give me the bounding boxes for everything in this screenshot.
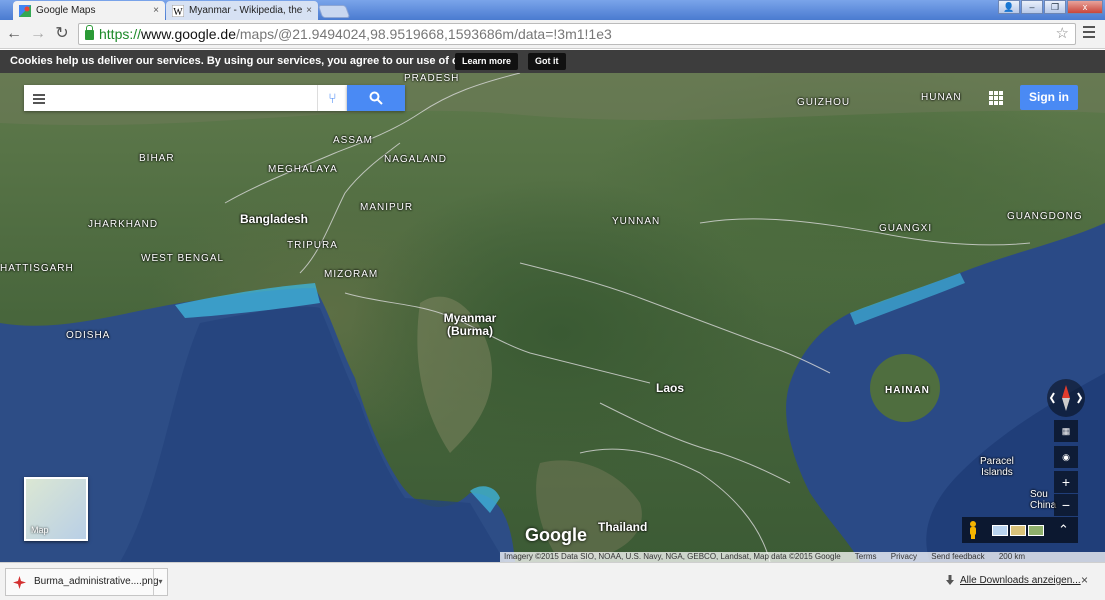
got-it-button[interactable]: Got it xyxy=(528,53,566,70)
layers-bar: ⌃ xyxy=(962,517,1078,543)
paracel-line2: Islands xyxy=(981,467,1013,478)
satellite-terrain xyxy=(0,73,1105,562)
map-label-guizhou: GUIZHOU xyxy=(797,97,851,108)
map-label-myanmar: Myanmar (Burma) xyxy=(440,312,500,338)
google-maps-favicon-icon xyxy=(19,4,31,17)
map-label-laos: Laos xyxy=(656,381,685,395)
map-label-meghalaya: MEGHALAYA xyxy=(268,164,338,175)
directions-icon[interactable]: ⑂ xyxy=(317,85,347,111)
browser-toolbar: ← → ↻ https://www.google.de/maps/@21.949… xyxy=(0,20,1105,49)
close-tab-icon[interactable]: × xyxy=(306,5,312,16)
window-close-icon[interactable]: x xyxy=(1067,0,1103,14)
map-label-odisha: ODISHA xyxy=(66,330,111,341)
download-item[interactable]: Burma_administrative....png ▾ xyxy=(5,568,168,596)
collapse-icon[interactable]: ⌃ xyxy=(1058,521,1069,539)
layer-thumb-terrain-icon[interactable] xyxy=(1010,525,1026,536)
url-host: www.google.de xyxy=(141,26,236,42)
map-footer: Imagery ©2015 Data SIO, NOAA, U.S. Navy,… xyxy=(500,552,1105,562)
map-label-guangdong: GUANGDONG xyxy=(1007,211,1083,222)
close-shelf-icon[interactable]: × xyxy=(1081,573,1088,587)
reload-icon[interactable]: ↻ xyxy=(53,25,71,43)
download-dropdown-icon[interactable]: ▾ xyxy=(153,569,167,595)
paracel-line1: Paracel xyxy=(980,456,1014,467)
map-label-paracel: Paracel Islands xyxy=(980,456,1014,478)
cookie-message: Cookies help us deliver our services. By… xyxy=(10,55,497,67)
show-all-downloads-link[interactable]: Alle Downloads anzeigen... xyxy=(960,575,1081,586)
user-icon[interactable]: 👤 xyxy=(998,0,1020,14)
layer-thumb-satellite-icon[interactable] xyxy=(1028,525,1044,536)
pegman-icon[interactable] xyxy=(968,521,978,539)
tab-strip: Google Maps × W Myanmar - Wikipedia, the… xyxy=(0,0,1105,20)
send-feedback-link[interactable]: Send feedback xyxy=(931,552,984,561)
map-label-hunan: HUNAN xyxy=(921,92,962,103)
tilt-icon[interactable]: ▦ xyxy=(1054,420,1078,442)
zoom-in-button[interactable]: + xyxy=(1054,471,1078,493)
browser-menu-icon[interactable] xyxy=(1083,26,1095,38)
minimap-label: Map xyxy=(31,525,49,535)
layer-thumb-water-icon[interactable] xyxy=(992,525,1008,536)
map-label-bihar: BIHAR xyxy=(139,153,175,164)
myanmar-line2: (Burma) xyxy=(446,324,493,338)
new-tab-button[interactable] xyxy=(317,5,351,18)
url-scheme: https:// xyxy=(99,26,142,42)
map-type-toggle[interactable]: Map xyxy=(24,477,88,541)
tab-title: Myanmar - Wikipedia, the fr xyxy=(189,5,303,16)
restore-icon[interactable]: ❐ xyxy=(1044,0,1066,14)
browser-window: Google Maps × W Myanmar - Wikipedia, the… xyxy=(0,0,1105,600)
search-button[interactable] xyxy=(347,85,405,111)
menu-icon[interactable] xyxy=(33,94,45,106)
download-filename: Burma_administrative....png xyxy=(34,576,159,587)
search-icon xyxy=(369,91,383,105)
compass-icon xyxy=(1049,385,1083,411)
terms-link[interactable]: Terms xyxy=(855,552,877,561)
imagery-credit: Imagery ©2015 Data SIO, NOAA, U.S. Navy,… xyxy=(504,552,841,561)
map-label-mizoram: MIZORAM xyxy=(324,269,379,280)
map-label-chhattisgarh: HATTISGARH xyxy=(0,263,74,274)
map-label-guangxi: GUANGXI xyxy=(879,223,933,234)
learn-more-button[interactable]: Learn more xyxy=(455,53,519,70)
map-label-tripura: TRIPURA xyxy=(287,240,338,251)
map-label-thailand: Thailand xyxy=(598,520,648,534)
svg-text:W: W xyxy=(173,7,183,17)
map-label-manipur: MANIPUR xyxy=(360,202,414,213)
search-box: ⑂ xyxy=(24,85,347,111)
download-shelf: Burma_administrative....png ▾ Alle Downl… xyxy=(0,562,1105,600)
close-tab-icon[interactable]: × xyxy=(153,5,159,16)
forward-arrow-icon[interactable]: → xyxy=(29,25,47,43)
url-path: /maps/@21.9494024,98.9519668,1593686m/da… xyxy=(235,26,612,42)
search-input[interactable] xyxy=(54,88,314,108)
image-file-icon xyxy=(13,576,26,589)
apps-grid-icon[interactable] xyxy=(989,91,1003,105)
map-canvas[interactable]: PRADESH ASSAM BIHAR MEGHALAYA NAGALAND M… xyxy=(0,73,1105,562)
tab-google-maps[interactable]: Google Maps × xyxy=(13,1,165,20)
address-bar[interactable]: https://www.google.de/maps/@21.9494024,9… xyxy=(78,23,1076,45)
cookie-bar: Cookies help us deliver our services. By… xyxy=(0,50,1105,73)
map-label-bangladesh: Bangladesh xyxy=(240,212,309,226)
map-label-assam: ASSAM xyxy=(333,135,374,146)
map-label-jharkhand: JHARKHAND xyxy=(88,219,159,230)
map-label-nagaland: NAGALAND xyxy=(384,154,448,165)
minimize-icon[interactable]: – xyxy=(1021,0,1043,14)
sign-in-button[interactable]: Sign in xyxy=(1020,85,1078,110)
tab-title: Google Maps xyxy=(36,5,96,16)
zoom-out-button[interactable]: − xyxy=(1054,494,1078,516)
bookmark-star-icon[interactable]: ☆ xyxy=(1056,24,1069,44)
scale-label: 200 km xyxy=(998,552,1026,561)
map-label-yunnan: YUNNAN xyxy=(612,216,661,227)
map-label-hainan: HAINAN xyxy=(885,385,930,396)
tab-wikipedia[interactable]: W Myanmar - Wikipedia, the fr × xyxy=(166,1,318,20)
map-label-pradesh: PRADESH xyxy=(404,73,460,84)
privacy-link[interactable]: Privacy xyxy=(891,552,917,561)
compass-control[interactable] xyxy=(1047,379,1085,417)
google-watermark: Google xyxy=(525,525,587,545)
my-location-icon[interactable]: ◉ xyxy=(1054,446,1078,468)
back-arrow-icon[interactable]: ← xyxy=(5,25,23,43)
wikipedia-favicon-icon: W xyxy=(172,4,184,17)
download-arrow-icon xyxy=(946,575,954,585)
map-label-west-bengal: WEST BENGAL xyxy=(141,253,225,264)
lock-icon xyxy=(85,25,94,40)
map-label-south-china: Sou China xyxy=(1030,489,1057,511)
